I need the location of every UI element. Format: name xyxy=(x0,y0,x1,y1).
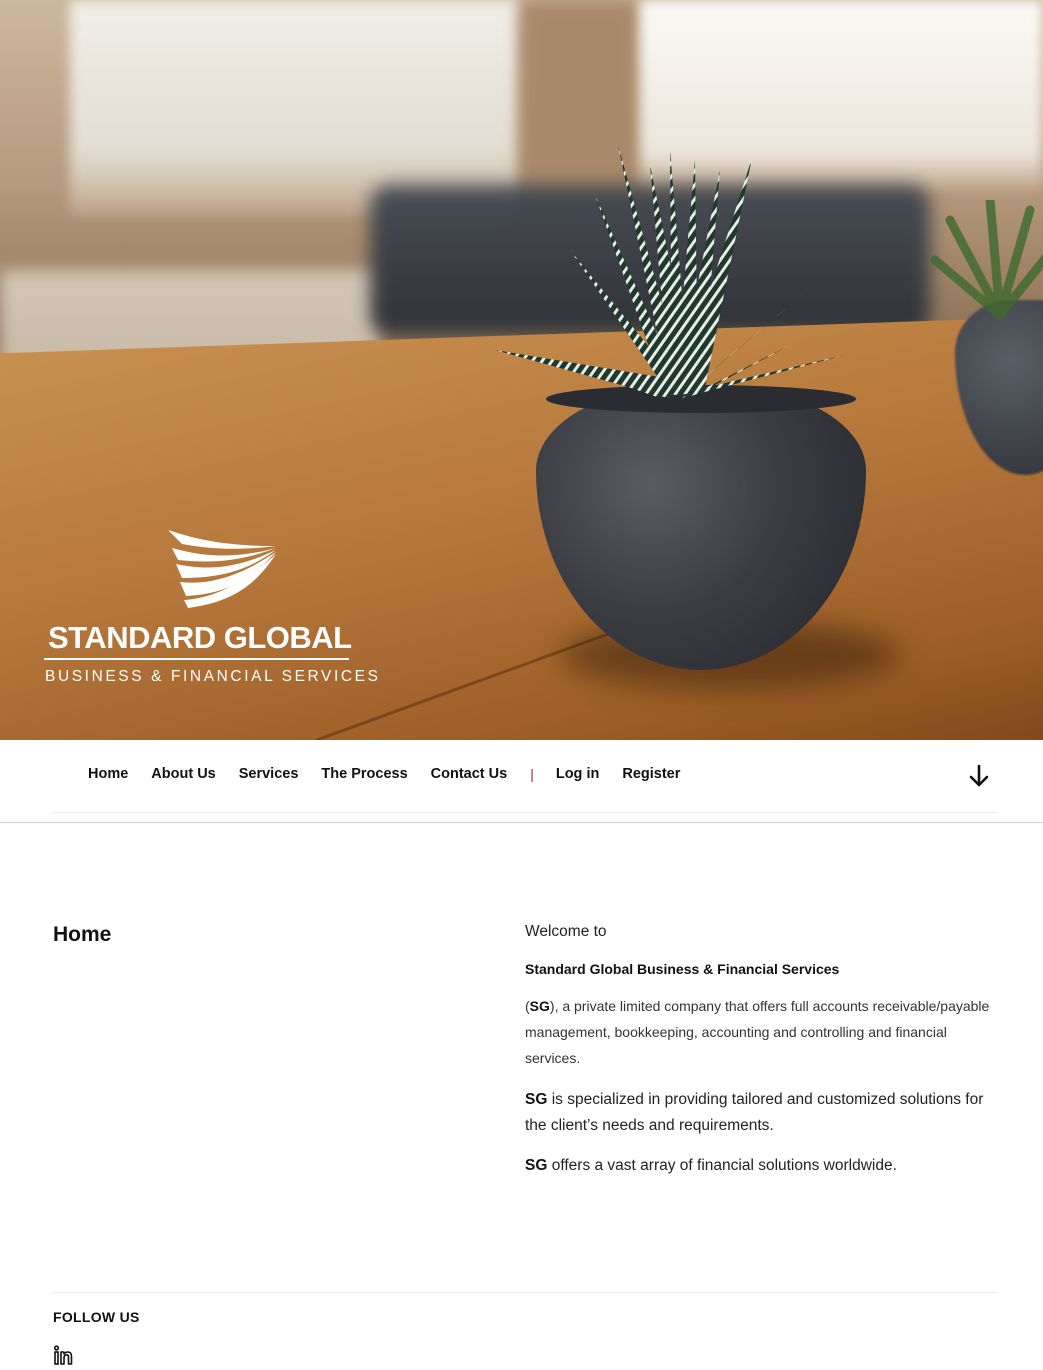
nav-item-services[interactable]: Services xyxy=(239,766,299,782)
sg-abbr: SG xyxy=(525,1157,548,1174)
logo-name: STANDARD GLOBAL xyxy=(48,620,352,655)
logo-swoosh-icon xyxy=(168,530,276,608)
background-window xyxy=(70,0,520,215)
background-plant xyxy=(930,200,1043,320)
nav-links: Home About Us Services The Process Conta… xyxy=(88,766,703,782)
register-link[interactable]: Register xyxy=(622,766,680,782)
follow-us-label: FOLLOW US xyxy=(53,1309,140,1325)
welcome-section: Welcome to Standard Global Business & Fi… xyxy=(525,923,1000,1193)
sg-abbr: SG xyxy=(525,1091,548,1108)
brand-logo[interactable]: STANDARD GLOBAL BUSINESS & FINANCIAL SER… xyxy=(44,528,378,688)
hero-banner: STANDARD GLOBAL BUSINESS & FINANCIAL SER… xyxy=(0,0,1043,740)
login-link[interactable]: Log in xyxy=(556,766,600,782)
sg-abbr: SG xyxy=(529,998,550,1014)
page-title: Home xyxy=(53,923,112,946)
specialization-paragraph: SG is specialized in providing tailored … xyxy=(525,1091,984,1134)
company-description: (SG), a private limited company that off… xyxy=(525,998,990,1066)
main-navigation: Home About Us Services The Process Conta… xyxy=(0,740,1043,823)
arrow-down-icon[interactable] xyxy=(968,764,990,788)
nav-item-the-process[interactable]: The Process xyxy=(321,766,407,782)
company-name: Standard Global Business & Financial Ser… xyxy=(525,961,840,977)
nav-inner: Home About Us Services The Process Conta… xyxy=(52,740,998,813)
nav-item-contact-us[interactable]: Contact Us xyxy=(431,766,508,782)
nav-separator: | xyxy=(530,766,534,782)
main-content: Home Welcome to Standard Global Business… xyxy=(52,823,998,1293)
logo-divider xyxy=(44,658,349,660)
solutions-paragraph: SG offers a vast array of financial solu… xyxy=(525,1157,897,1174)
nav-item-about-us[interactable]: About Us xyxy=(151,766,215,782)
footer: FOLLOW US xyxy=(52,1293,998,1370)
linkedin-icon[interactable] xyxy=(53,1345,73,1365)
welcome-text: Welcome to xyxy=(525,923,607,940)
succulent-plant xyxy=(495,145,845,398)
logo-tagline: BUSINESS & FINANCIAL SERVICES xyxy=(45,668,381,685)
nav-item-home[interactable]: Home xyxy=(88,766,128,782)
